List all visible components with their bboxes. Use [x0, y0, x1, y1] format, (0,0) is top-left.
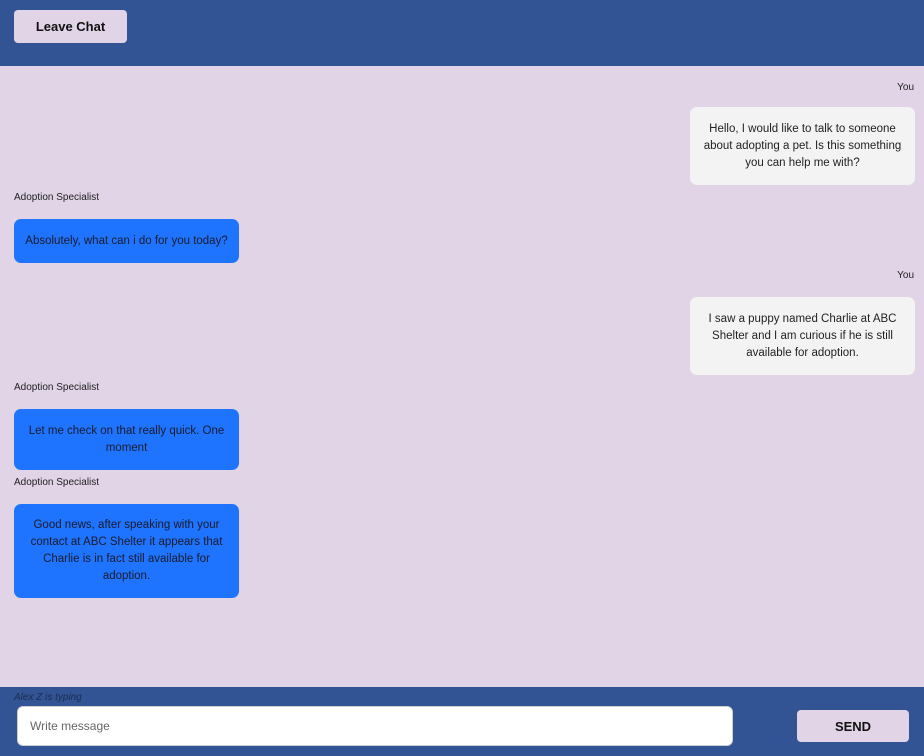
typing-indicator: Alex Z is typing	[14, 692, 82, 703]
chat-header: Leave Chat	[0, 0, 924, 66]
agent-message-bubble: Absolutely, what can i do for you today?	[14, 219, 239, 263]
leave-chat-button[interactable]: Leave Chat	[14, 10, 127, 43]
agent-message-bubble: Good news, after speaking with your cont…	[14, 504, 239, 598]
send-button[interactable]: SEND	[797, 710, 909, 742]
message-sender: You	[897, 270, 914, 281]
user-message-bubble: Hello, I would like to talk to someone a…	[690, 107, 915, 185]
agent-message-bubble: Let me check on that really quick. One m…	[14, 409, 239, 470]
chat-footer: Alex Z is typing SEND	[0, 687, 924, 756]
message-list[interactable]: You Hello, I would like to talk to someo…	[0, 66, 924, 687]
user-message-bubble: I saw a puppy named Charlie at ABC Shelt…	[690, 297, 915, 375]
message-input[interactable]	[17, 706, 733, 746]
message-sender: You	[897, 82, 914, 93]
message-sender: Adoption Specialist	[14, 477, 100, 488]
message-sender: Adoption Specialist	[14, 192, 100, 203]
message-sender: Adoption Specialist	[14, 382, 100, 393]
